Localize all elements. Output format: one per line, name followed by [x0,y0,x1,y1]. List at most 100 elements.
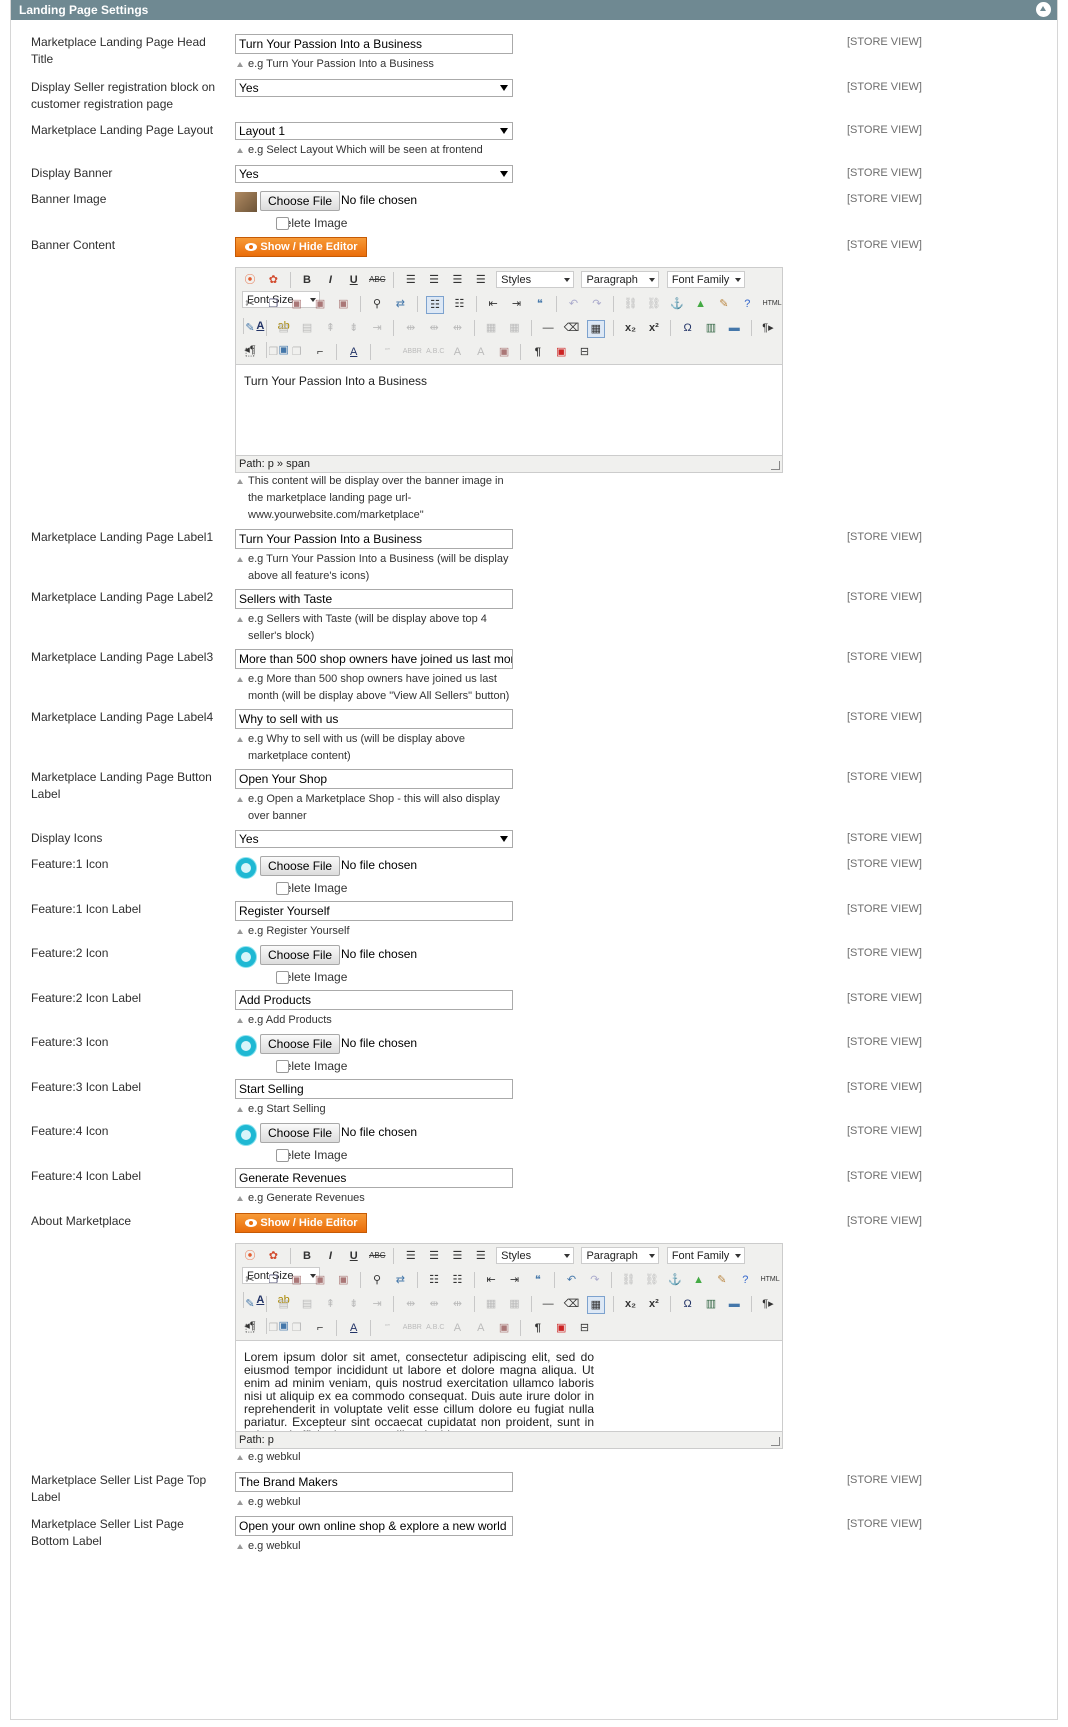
undo-icon[interactable]: ↶ [564,1272,580,1288]
delete-image-checkbox[interactable] [276,1060,289,1073]
table-insert-row-icon[interactable]: ▤ [276,320,292,336]
paste-text-icon[interactable]: ▣ [312,1272,328,1288]
choose-file-button[interactable]: Choose File [260,945,341,965]
del-icon[interactable]: A [449,344,465,360]
delete-image-option[interactable]: Delete Image [235,1057,535,1075]
banner-content-text-area[interactable]: Turn Your Passion Into a Business [236,364,782,456]
table-col-before-icon[interactable]: ⇹ [403,1296,419,1312]
table-col-before-icon[interactable]: ⇹ [403,320,419,336]
align-left-icon[interactable]: ☰ [403,1248,419,1264]
undo-icon[interactable]: ↶ [566,296,582,312]
delete-image-option[interactable]: Delete Image [235,879,535,897]
subscript-icon[interactable]: x₂ [623,320,639,336]
copy-icon[interactable]: ❐ [265,296,281,312]
advanced-hr-icon[interactable]: ▬ [726,1296,742,1312]
remove-format-icon[interactable]: ⌫ [564,1296,580,1312]
help-icon[interactable]: ? [737,1272,753,1288]
styles-dropdown[interactable]: Styles [496,271,575,288]
delete-image-option[interactable]: Delete Image [235,1146,535,1164]
delete-image-checkbox[interactable] [276,971,289,984]
table-delete-row-icon[interactable]: ▤ [299,1296,315,1312]
widget-icon[interactable]: ⦿ [242,272,258,288]
table-row-before-icon[interactable]: ⇞ [322,320,338,336]
font-family-dropdown[interactable]: Font Family [666,271,745,288]
insert-image-icon[interactable]: ▲ [691,1272,707,1288]
feature2-label-input[interactable]: Add Products [235,990,513,1010]
collapse-icon[interactable] [1036,2,1051,17]
replace-icon[interactable]: ⇄ [392,296,408,312]
feature1-label-input[interactable]: Register Yourself [235,901,513,921]
image-icon[interactable]: ✿ [265,272,281,288]
align-right-icon[interactable]: ☰ [449,1248,465,1264]
styles-dropdown[interactable]: Styles [496,1247,575,1264]
button-label-input[interactable]: Open Your Shop [235,769,513,789]
feature3-label-input[interactable]: Start Selling [235,1079,513,1099]
html-source-icon[interactable]: HTML [761,1272,780,1288]
feature3-icon-thumbnail[interactable] [235,1035,257,1057]
html-source-icon[interactable]: HTML [763,296,782,312]
absolute-icon[interactable]: ⌐ [312,1320,328,1336]
replace-icon[interactable]: ⇄ [392,1272,408,1288]
table-row-after-icon[interactable]: ⇟ [346,320,362,336]
find-icon[interactable]: ⚲ [369,296,385,312]
table-delete-icon[interactable]: ⇥ [369,1296,385,1312]
acronym-icon[interactable]: A.B.C [426,344,444,360]
paste-word-icon[interactable]: ▣ [335,296,351,312]
label1-input[interactable]: Turn Your Passion Into a Business [235,529,513,549]
paste-word-icon[interactable]: ▣ [335,1272,351,1288]
horizontal-rule-icon[interactable]: — [540,320,556,336]
widget-icon[interactable]: ⦿ [242,1248,258,1264]
seller-list-bottom-input[interactable]: Open your own online shop & explore a ne… [235,1516,513,1536]
format-dropdown[interactable]: Paragraph [581,271,660,288]
paste-icon[interactable]: ▣ [289,1272,305,1288]
unlink-icon[interactable]: ⛓ [646,296,662,312]
bullet-list-icon[interactable]: ☷ [426,296,445,314]
nonbreaking-icon[interactable]: ▣ [553,344,569,360]
choose-file-button[interactable]: Choose File [260,1123,341,1143]
visual-aid-icon[interactable]: ▦ [586,320,605,338]
resize-handle-icon[interactable] [771,461,780,470]
cite-icon[interactable]: “” [379,1320,395,1336]
choose-file-button[interactable]: Choose File [260,856,341,876]
edit-css-icon[interactable]: ✎ [242,1296,258,1312]
table-insert-row-icon[interactable]: ▤ [276,1296,292,1312]
underline-icon[interactable]: U [346,272,362,288]
bullet-list-icon[interactable]: ☷ [426,1272,442,1288]
paste-text-icon[interactable]: ▣ [312,296,328,312]
label2-input[interactable]: Sellers with Taste [235,589,513,609]
horizontal-rule-icon[interactable]: — [540,1296,556,1312]
cleanup-icon[interactable]: ✎ [716,296,732,312]
table-col-delete-icon[interactable]: ⇹ [449,320,465,336]
move-backward-icon[interactable]: ❐ [289,344,305,360]
cite-icon[interactable]: “” [379,344,395,360]
head-title-input[interactable]: Turn Your Passion Into a Business [235,34,513,54]
align-left-icon[interactable]: ☰ [403,272,419,288]
insert-layer-icon[interactable]: ⬚ [242,1320,258,1336]
cleanup-icon[interactable]: ✎ [714,1272,730,1288]
link-icon[interactable]: ⛓ [623,296,639,312]
delete-image-option[interactable]: Delete Image [235,214,535,232]
section-header[interactable]: Landing Page Settings [11,0,1057,20]
remove-format-icon[interactable]: ⌫ [564,320,580,336]
styleprops-icon[interactable]: A [346,1320,362,1336]
attribs-icon[interactable]: ▣ [496,1320,512,1336]
advanced-hr-icon[interactable]: ▬ [726,320,742,336]
superscript-icon[interactable]: x² [646,320,662,336]
visual-chars-icon[interactable]: ¶ [530,344,546,360]
find-icon[interactable]: ⚲ [369,1272,385,1288]
show-hide-editor-button[interactable]: Show / Hide Editor [235,1213,367,1233]
underline-icon[interactable]: U [346,1248,362,1264]
cut-icon[interactable]: ✂ [242,1272,258,1288]
move-forward-icon[interactable]: ❐ [265,1320,281,1336]
pagebreak-icon[interactable]: ⊟ [577,344,593,360]
abbr-icon[interactable]: ABBR [403,344,422,360]
unlink-icon[interactable]: ⛓ [644,1272,660,1288]
format-dropdown[interactable]: Paragraph [581,1247,660,1264]
outdent-icon[interactable]: ⇤ [483,1272,499,1288]
cut-icon[interactable]: ✂ [242,296,258,312]
pagebreak-icon[interactable]: ⊟ [577,1320,593,1336]
styleprops-icon[interactable]: A [346,344,362,360]
seller-list-top-input[interactable]: The Brand Makers [235,1472,513,1492]
display-banner-select[interactable]: Yes [235,165,513,183]
move-forward-icon[interactable]: ❐ [265,344,281,360]
